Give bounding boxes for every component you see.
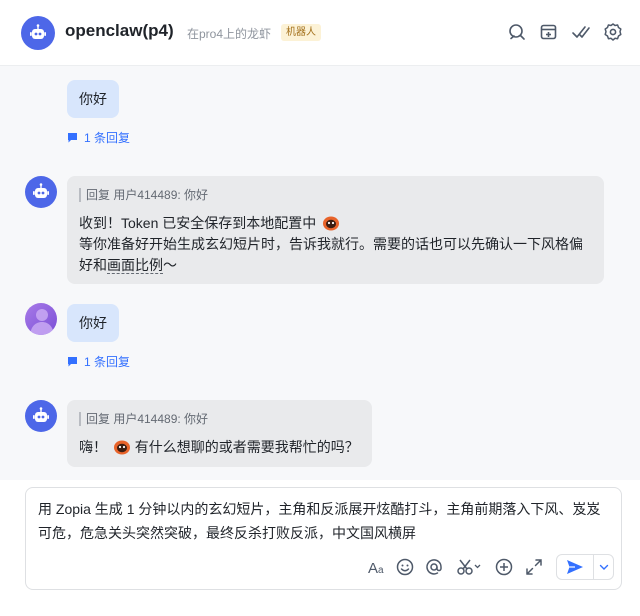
check-icon[interactable] <box>571 22 591 42</box>
send-icon <box>567 560 583 574</box>
send-options-button[interactable] <box>594 555 613 579</box>
message-bubble[interactable]: 回复 用户414489: 你好 收到！Token 已安全保存到本地配置中 等你准… <box>67 176 604 284</box>
dropdown-icon <box>599 564 608 570</box>
chat-title[interactable]: openclaw(p4) <box>65 21 174 41</box>
message-line: 收到！Token 已安全保存到本地配置中 <box>79 215 317 231</box>
reply-count: 1 条回复 <box>84 131 131 145</box>
quoted-reply[interactable]: 回复 用户414489: 你好 <box>79 188 208 202</box>
comment-icon <box>68 133 77 143</box>
expand-icon[interactable] <box>524 557 544 577</box>
chat-subtitle: 在pro4上的龙虾 <box>187 27 272 41</box>
bot-avatar[interactable] <box>25 400 57 432</box>
text-format-icon[interactable]: Aa <box>367 557 387 577</box>
settings-icon[interactable] <box>603 22 623 42</box>
message-bubble[interactable]: 回复 用户414489: 你好 嗨！ 有什么想聊的或者需要我帮忙的吗？ <box>67 400 372 467</box>
message-line: 好和 <box>79 257 107 273</box>
comment-icon <box>68 357 77 367</box>
message-text: 嗨！ 有什么想聊的或者需要我帮忙的吗？ <box>79 437 359 458</box>
robot-icon <box>33 183 49 198</box>
chat-header: openclaw(p4) 在pro4上的龙虾 机器人 <box>0 0 640 66</box>
message-line: ～ <box>163 257 177 273</box>
robot-icon <box>30 24 46 39</box>
send-button[interactable] <box>557 555 594 579</box>
composer-input[interactable]: 用 Zopia 生成 1 分钟以内的玄幻短片，主角和反派展开炫酷打斗，主角前期落… <box>38 497 613 545</box>
send-button-group <box>556 554 614 580</box>
fire-face-emoji-icon <box>113 440 130 455</box>
scissors-icon[interactable] <box>456 557 482 577</box>
person-icon <box>30 309 54 335</box>
message-text: 收到！Token 已安全保存到本地配置中 等你准备好开始生成玄幻短片时，告诉我就… <box>79 213 583 276</box>
svg-text:A: A <box>368 560 378 577</box>
add-icon[interactable] <box>494 557 514 577</box>
emoji-icon[interactable] <box>395 557 415 577</box>
message-line: 有什么想聊的或者需要我帮忙的吗？ <box>134 439 359 455</box>
message-bubble[interactable]: 你好 <box>67 304 119 342</box>
message-line: 嗨！ <box>79 439 107 455</box>
reply-thread-link[interactable]: 1 条回复 <box>67 129 130 146</box>
fire-face-emoji-icon <box>323 216 340 231</box>
bot-avatar[interactable] <box>21 16 55 50</box>
bot-avatar[interactable] <box>25 176 57 208</box>
user-avatar[interactable] <box>25 303 57 335</box>
quoted-reply[interactable]: 回复 用户414489: 你好 <box>79 412 208 426</box>
message-bubble[interactable]: 你好 <box>67 80 119 118</box>
add-tab-icon[interactable] <box>539 22 559 42</box>
mention-icon[interactable] <box>424 557 444 577</box>
svg-text:a: a <box>378 565 384 576</box>
message-list[interactable]: 你好 1 条回复 回复 用户414489: 你好 收到！Token 已安全保存到… <box>0 66 640 480</box>
robot-icon <box>33 407 49 422</box>
search-icon[interactable] <box>507 22 527 42</box>
highlighted-term[interactable]: 画面比例 <box>107 257 163 274</box>
reply-thread-link[interactable]: 1 条回复 <box>67 353 130 370</box>
bot-badge: 机器人 <box>281 24 321 41</box>
message-composer[interactable]: 用 Zopia 生成 1 分钟以内的玄幻短片，主角和反派展开炫酷打斗，主角前期落… <box>25 487 622 590</box>
message-line: 等你准备好开始生成玄幻短片时，告诉我就行。需要的话也可以先确认一下风格偏 <box>79 236 583 252</box>
reply-count: 1 条回复 <box>84 355 131 369</box>
